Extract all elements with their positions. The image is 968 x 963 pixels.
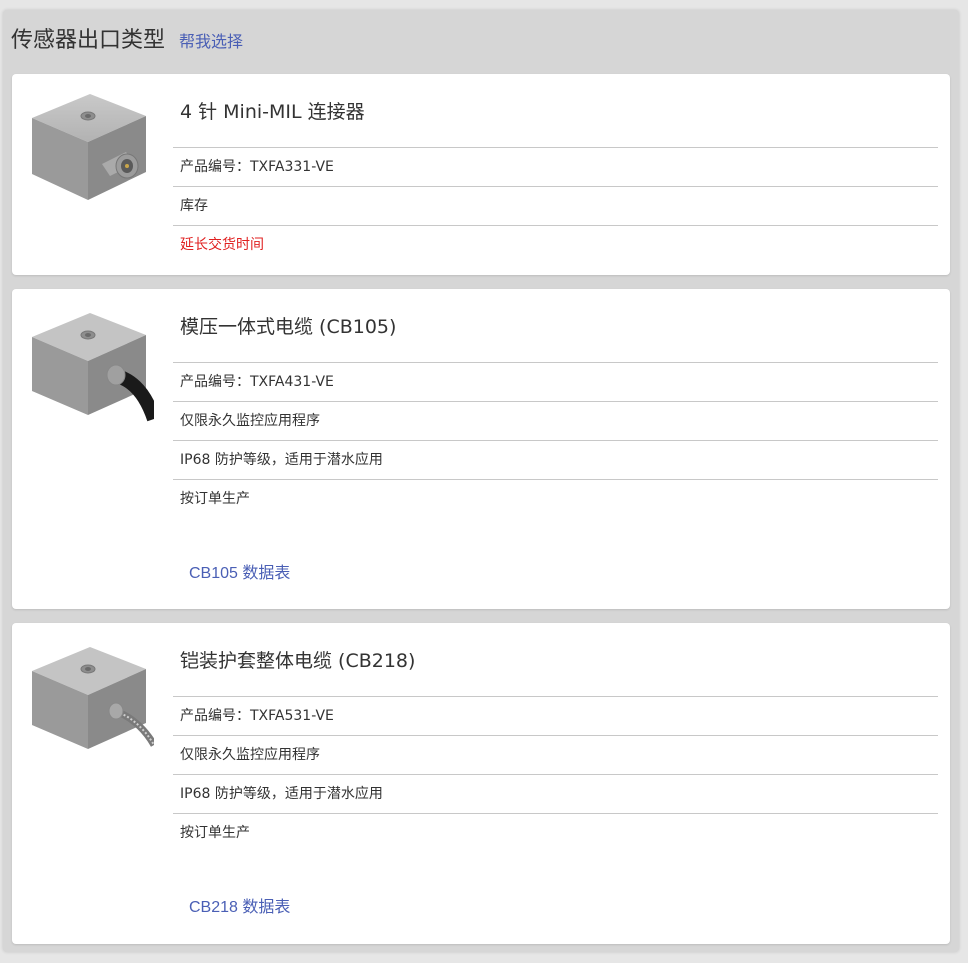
lead-time-note: 延长交货时间 <box>173 225 938 264</box>
card-body: 铠装护套整体电缆 (CB218) 产品编号：TXFA531-VE 仅限永久监控应… <box>173 623 938 852</box>
application-note: 仅限永久监控应用程序 <box>173 401 938 440</box>
panel-title: 传感器出口类型 <box>11 28 166 53</box>
sensor-outlet-panel: 传感器出口类型 帮我选择 4 针 Mini-MIL 连接器 产品编号：TXFA3… <box>3 10 959 952</box>
datasheet-link[interactable]: CB105 数据表 <box>189 559 290 583</box>
sensor-molded-cable-icon <box>32 313 154 422</box>
part-number: 产品编号：TXFA531-VE <box>173 696 938 735</box>
card-body: 模压一体式电缆 (CB105) 产品编号：TXFA431-VE 仅限永久监控应用… <box>173 289 938 518</box>
protection-rating: IP68 防护等级，适用于潜水应用 <box>173 440 938 479</box>
help-me-choose-link[interactable]: 帮我选择 <box>179 28 243 52</box>
outlet-card-armored-cable[interactable]: 铠装护套整体电缆 (CB218) 产品编号：TXFA531-VE 仅限永久监控应… <box>12 623 950 944</box>
stock-status: 库存 <box>173 186 938 225</box>
card-title: 模压一体式电缆 (CB105) <box>180 316 397 338</box>
part-number: 产品编号：TXFA331-VE <box>173 147 938 186</box>
production-note: 按订单生产 <box>173 813 938 852</box>
sensor-connector-icon <box>32 94 146 200</box>
datasheet-link[interactable]: CB218 数据表 <box>189 893 290 917</box>
application-note: 仅限永久监控应用程序 <box>173 735 938 774</box>
panel-header: 传感器出口类型 帮我选择 <box>11 22 243 58</box>
sensor-armored-cable-icon <box>32 647 154 749</box>
production-note: 按订单生产 <box>173 479 938 518</box>
outlet-card-molded-cable[interactable]: 模压一体式电缆 (CB105) 产品编号：TXFA431-VE 仅限永久监控应用… <box>12 289 950 609</box>
card-body: 4 针 Mini-MIL 连接器 产品编号：TXFA331-VE 库存 延长交货… <box>173 74 938 264</box>
card-title: 4 针 Mini-MIL 连接器 <box>180 101 365 123</box>
card-title: 铠装护套整体电缆 (CB218) <box>180 650 416 672</box>
protection-rating: IP68 防护等级，适用于潜水应用 <box>173 774 938 813</box>
part-number: 产品编号：TXFA431-VE <box>173 362 938 401</box>
outlet-card-connector[interactable]: 4 针 Mini-MIL 连接器 产品编号：TXFA331-VE 库存 延长交货… <box>12 74 950 275</box>
